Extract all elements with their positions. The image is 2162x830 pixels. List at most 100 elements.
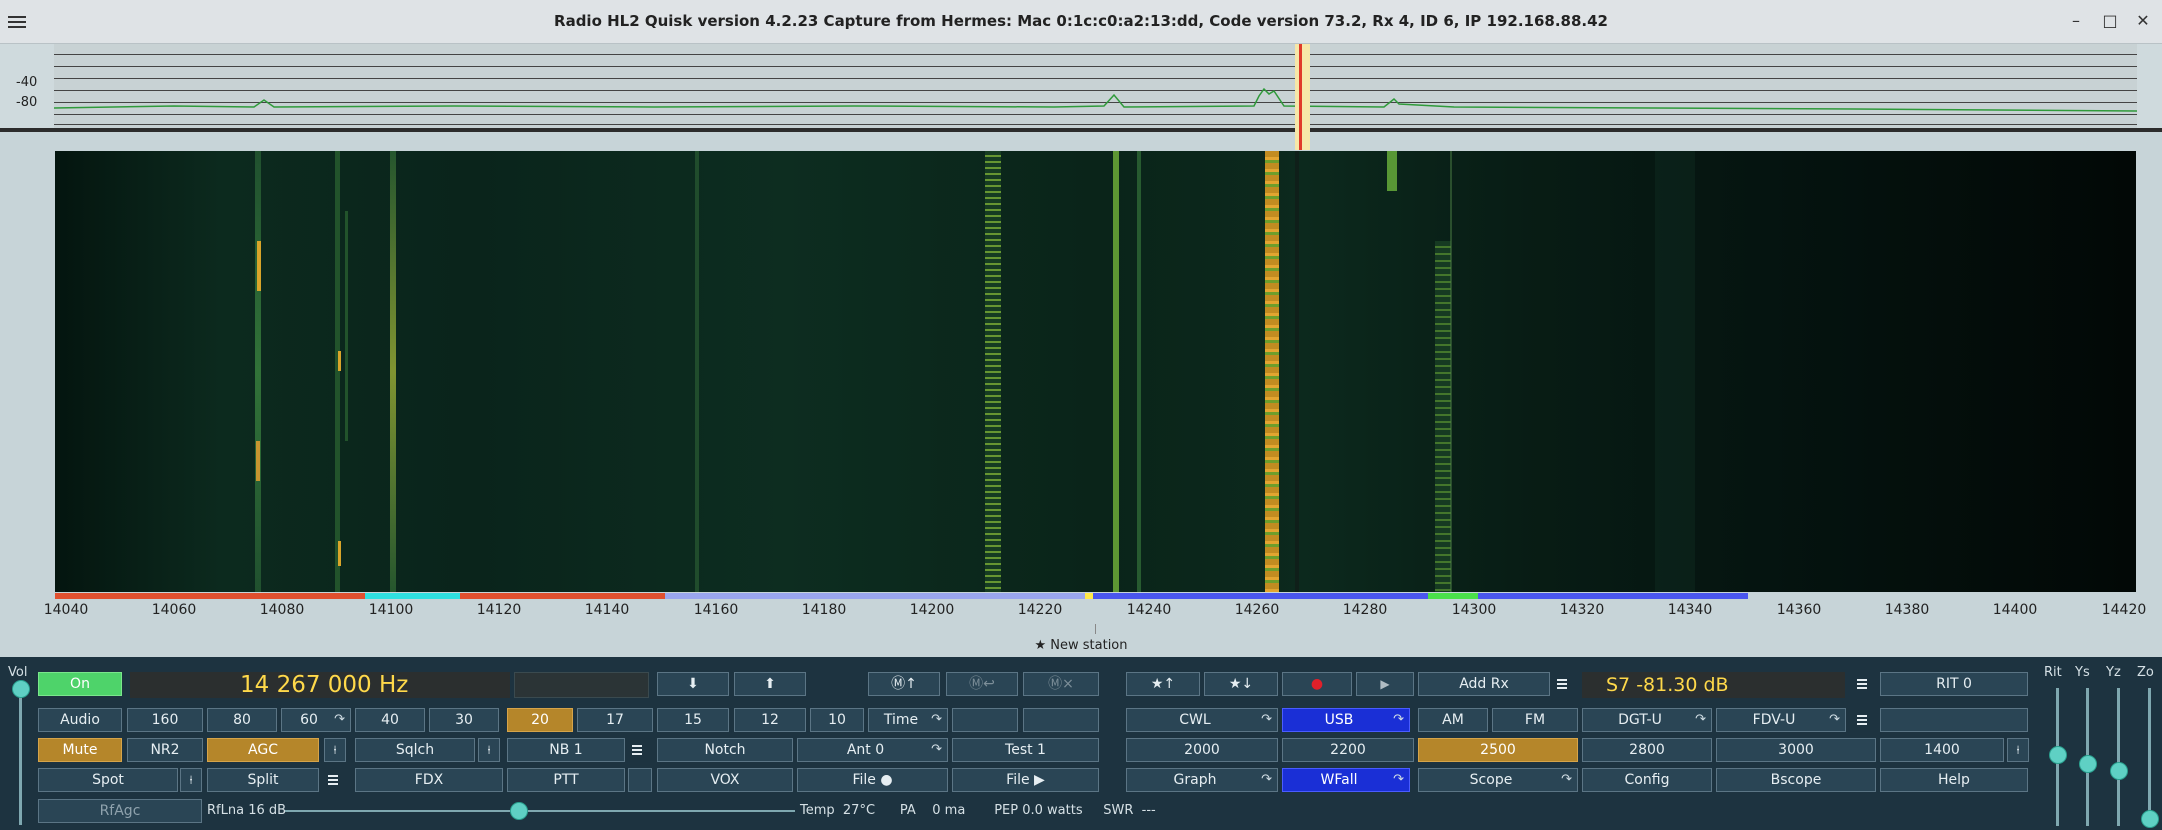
close-icon[interactable]: ✕ bbox=[2132, 10, 2154, 32]
nb1-button[interactable]: NB 1 bbox=[507, 738, 625, 762]
maximize-icon[interactable]: □ bbox=[2099, 10, 2121, 32]
rflna-slider-knob[interactable] bbox=[510, 802, 528, 820]
band-down-button[interactable]: ⬇ bbox=[657, 672, 729, 696]
favorite-up-button[interactable]: ★↑ bbox=[1126, 672, 1200, 696]
spot-button[interactable]: Spot bbox=[38, 768, 178, 792]
split-list-icon[interactable] bbox=[324, 773, 338, 787]
zo-slider-track[interactable] bbox=[2148, 688, 2151, 826]
new-station-label[interactable]: ★ New station bbox=[0, 638, 2162, 653]
graph-button[interactable]: Graph ↷ bbox=[1126, 768, 1278, 792]
vox-button[interactable]: VOX bbox=[657, 768, 793, 792]
squelch-slider-icon[interactable]: ⍿ bbox=[478, 738, 500, 762]
band-160-button[interactable]: 160 bbox=[127, 708, 203, 732]
nb-list-icon[interactable] bbox=[628, 743, 642, 757]
spot-slider-icon[interactable]: ⍿ bbox=[180, 768, 202, 792]
memory-delete-button[interactable]: Ⓜ× bbox=[1023, 672, 1099, 696]
band-40-button[interactable]: 40 bbox=[355, 708, 425, 732]
band-12-button[interactable]: 12 bbox=[734, 708, 806, 732]
rit-slider-knob[interactable] bbox=[2049, 746, 2067, 764]
help-button[interactable]: Help bbox=[1880, 768, 2028, 792]
waterfall-display[interactable] bbox=[55, 151, 2136, 592]
minimize-icon[interactable]: – bbox=[2065, 10, 2087, 32]
config-button[interactable]: Config bbox=[1582, 768, 1712, 792]
add-rx-button[interactable]: Add Rx bbox=[1418, 672, 1550, 696]
cycle-icon: ↷ bbox=[1393, 772, 1404, 787]
band-60-button[interactable]: 60 ↷ bbox=[281, 708, 351, 732]
file-record-button[interactable]: File ● bbox=[797, 768, 948, 792]
cycle-icon: ↷ bbox=[1393, 712, 1404, 727]
fdx-button[interactable]: FDX bbox=[355, 768, 503, 792]
ptt-blank-button[interactable] bbox=[628, 768, 652, 792]
rit-button[interactable]: RIT 0 bbox=[1880, 672, 2028, 696]
smeter-list-icon[interactable] bbox=[1853, 677, 1867, 691]
band-80-button[interactable]: 80 bbox=[207, 708, 277, 732]
split-button[interactable]: Split bbox=[207, 768, 319, 792]
yz-slider-knob[interactable] bbox=[2110, 762, 2128, 780]
file-play-button[interactable]: File ▶ bbox=[952, 768, 1099, 792]
notch-button[interactable]: Notch bbox=[657, 738, 793, 762]
mode-fdvu-button[interactable]: FDV-U ↷ bbox=[1716, 708, 1846, 732]
band-20-button[interactable]: 20 bbox=[507, 708, 573, 732]
agc-slider-icon[interactable]: ⍿ bbox=[324, 738, 346, 762]
freq-tick-label: 14120 bbox=[476, 602, 522, 618]
freq-tick-label: 14040 bbox=[43, 602, 89, 618]
freq-tick-label: 14140 bbox=[584, 602, 630, 618]
blank-button-3[interactable] bbox=[1880, 708, 2028, 732]
mode-fm-button[interactable]: FM bbox=[1492, 708, 1578, 732]
mode-am-button[interactable]: AM bbox=[1418, 708, 1488, 732]
band-up-button[interactable]: ⬆ bbox=[734, 672, 806, 696]
filter-slider-icon[interactable]: ⍿ bbox=[2007, 738, 2029, 762]
yz-slider-track[interactable] bbox=[2117, 688, 2120, 826]
band-10-button[interactable]: 10 bbox=[810, 708, 864, 732]
filter-2000-button[interactable]: 2000 bbox=[1126, 738, 1278, 762]
time-button[interactable]: Time ↷ bbox=[868, 708, 948, 732]
zo-slider-knob[interactable] bbox=[2141, 810, 2159, 828]
on-button[interactable]: On bbox=[38, 672, 122, 696]
filter-1400-button[interactable]: 1400 bbox=[1880, 738, 2004, 762]
frequency-entry[interactable] bbox=[514, 672, 649, 698]
ptt-button[interactable]: PTT bbox=[507, 768, 625, 792]
vol-slider-track[interactable] bbox=[19, 690, 22, 825]
freq-tick-label: 14360 bbox=[1776, 602, 1822, 618]
rflna-slider-track[interactable] bbox=[285, 810, 795, 812]
frequency-display[interactable]: 14 267 000 Hz bbox=[130, 672, 510, 698]
mode-list-icon[interactable] bbox=[1853, 713, 1867, 727]
mode-usb-button[interactable]: USB ↷ bbox=[1282, 708, 1410, 732]
record-button[interactable]: ● bbox=[1282, 672, 1352, 696]
memory-save-button[interactable]: Ⓜ↑ bbox=[868, 672, 940, 696]
spectrum-graph[interactable]: -40 -80 bbox=[0, 44, 2162, 150]
freq-tick-label: 14260 bbox=[1234, 602, 1280, 618]
add-rx-list-icon[interactable] bbox=[1553, 677, 1567, 691]
mode-dgtu-button[interactable]: DGT-U ↷ bbox=[1582, 708, 1712, 732]
squelch-button[interactable]: Sqlch bbox=[355, 738, 475, 762]
scope-button[interactable]: Scope ↷ bbox=[1418, 768, 1578, 792]
tuning-marker[interactable] bbox=[1295, 44, 1310, 150]
s-meter-display[interactable]: S7 -81.30 dB bbox=[1582, 672, 1845, 698]
band-30-button[interactable]: 30 bbox=[429, 708, 499, 732]
rfagc-button[interactable]: RfAgc bbox=[38, 799, 202, 823]
band-15-button[interactable]: 15 bbox=[657, 708, 729, 732]
nr2-button[interactable]: NR2 bbox=[127, 738, 203, 762]
blank-button-1[interactable] bbox=[952, 708, 1018, 732]
blank-button-2[interactable] bbox=[1023, 708, 1099, 732]
band-17-button[interactable]: 17 bbox=[577, 708, 653, 732]
bscope-button[interactable]: Bscope bbox=[1716, 768, 1876, 792]
ys-slider-knob[interactable] bbox=[2079, 755, 2097, 773]
vol-slider-knob[interactable] bbox=[12, 680, 30, 698]
ant0-button[interactable]: Ant 0 ↷ bbox=[797, 738, 948, 762]
audio-button[interactable]: Audio bbox=[38, 708, 122, 732]
filter-2200-button[interactable]: 2200 bbox=[1282, 738, 1414, 762]
filter-2800-button[interactable]: 2800 bbox=[1582, 738, 1712, 762]
rflna-label: RfLna 16 dB bbox=[207, 803, 287, 818]
mute-button[interactable]: Mute bbox=[38, 738, 122, 762]
test1-button[interactable]: Test 1 bbox=[952, 738, 1099, 762]
filter-3000-button[interactable]: 3000 bbox=[1716, 738, 1876, 762]
favorite-down-button[interactable]: ★↓ bbox=[1204, 672, 1278, 696]
agc-button[interactable]: AGC bbox=[207, 738, 319, 762]
wfall-button[interactable]: WFall ↷ bbox=[1282, 768, 1410, 792]
play-button[interactable]: ▶ bbox=[1356, 672, 1414, 696]
spectrum-plot[interactable] bbox=[54, 44, 2137, 128]
memory-recall-button[interactable]: Ⓜ↩ bbox=[946, 672, 1018, 696]
filter-2500-button[interactable]: 2500 bbox=[1418, 738, 1578, 762]
mode-cwl-button[interactable]: CWL ↷ bbox=[1126, 708, 1278, 732]
